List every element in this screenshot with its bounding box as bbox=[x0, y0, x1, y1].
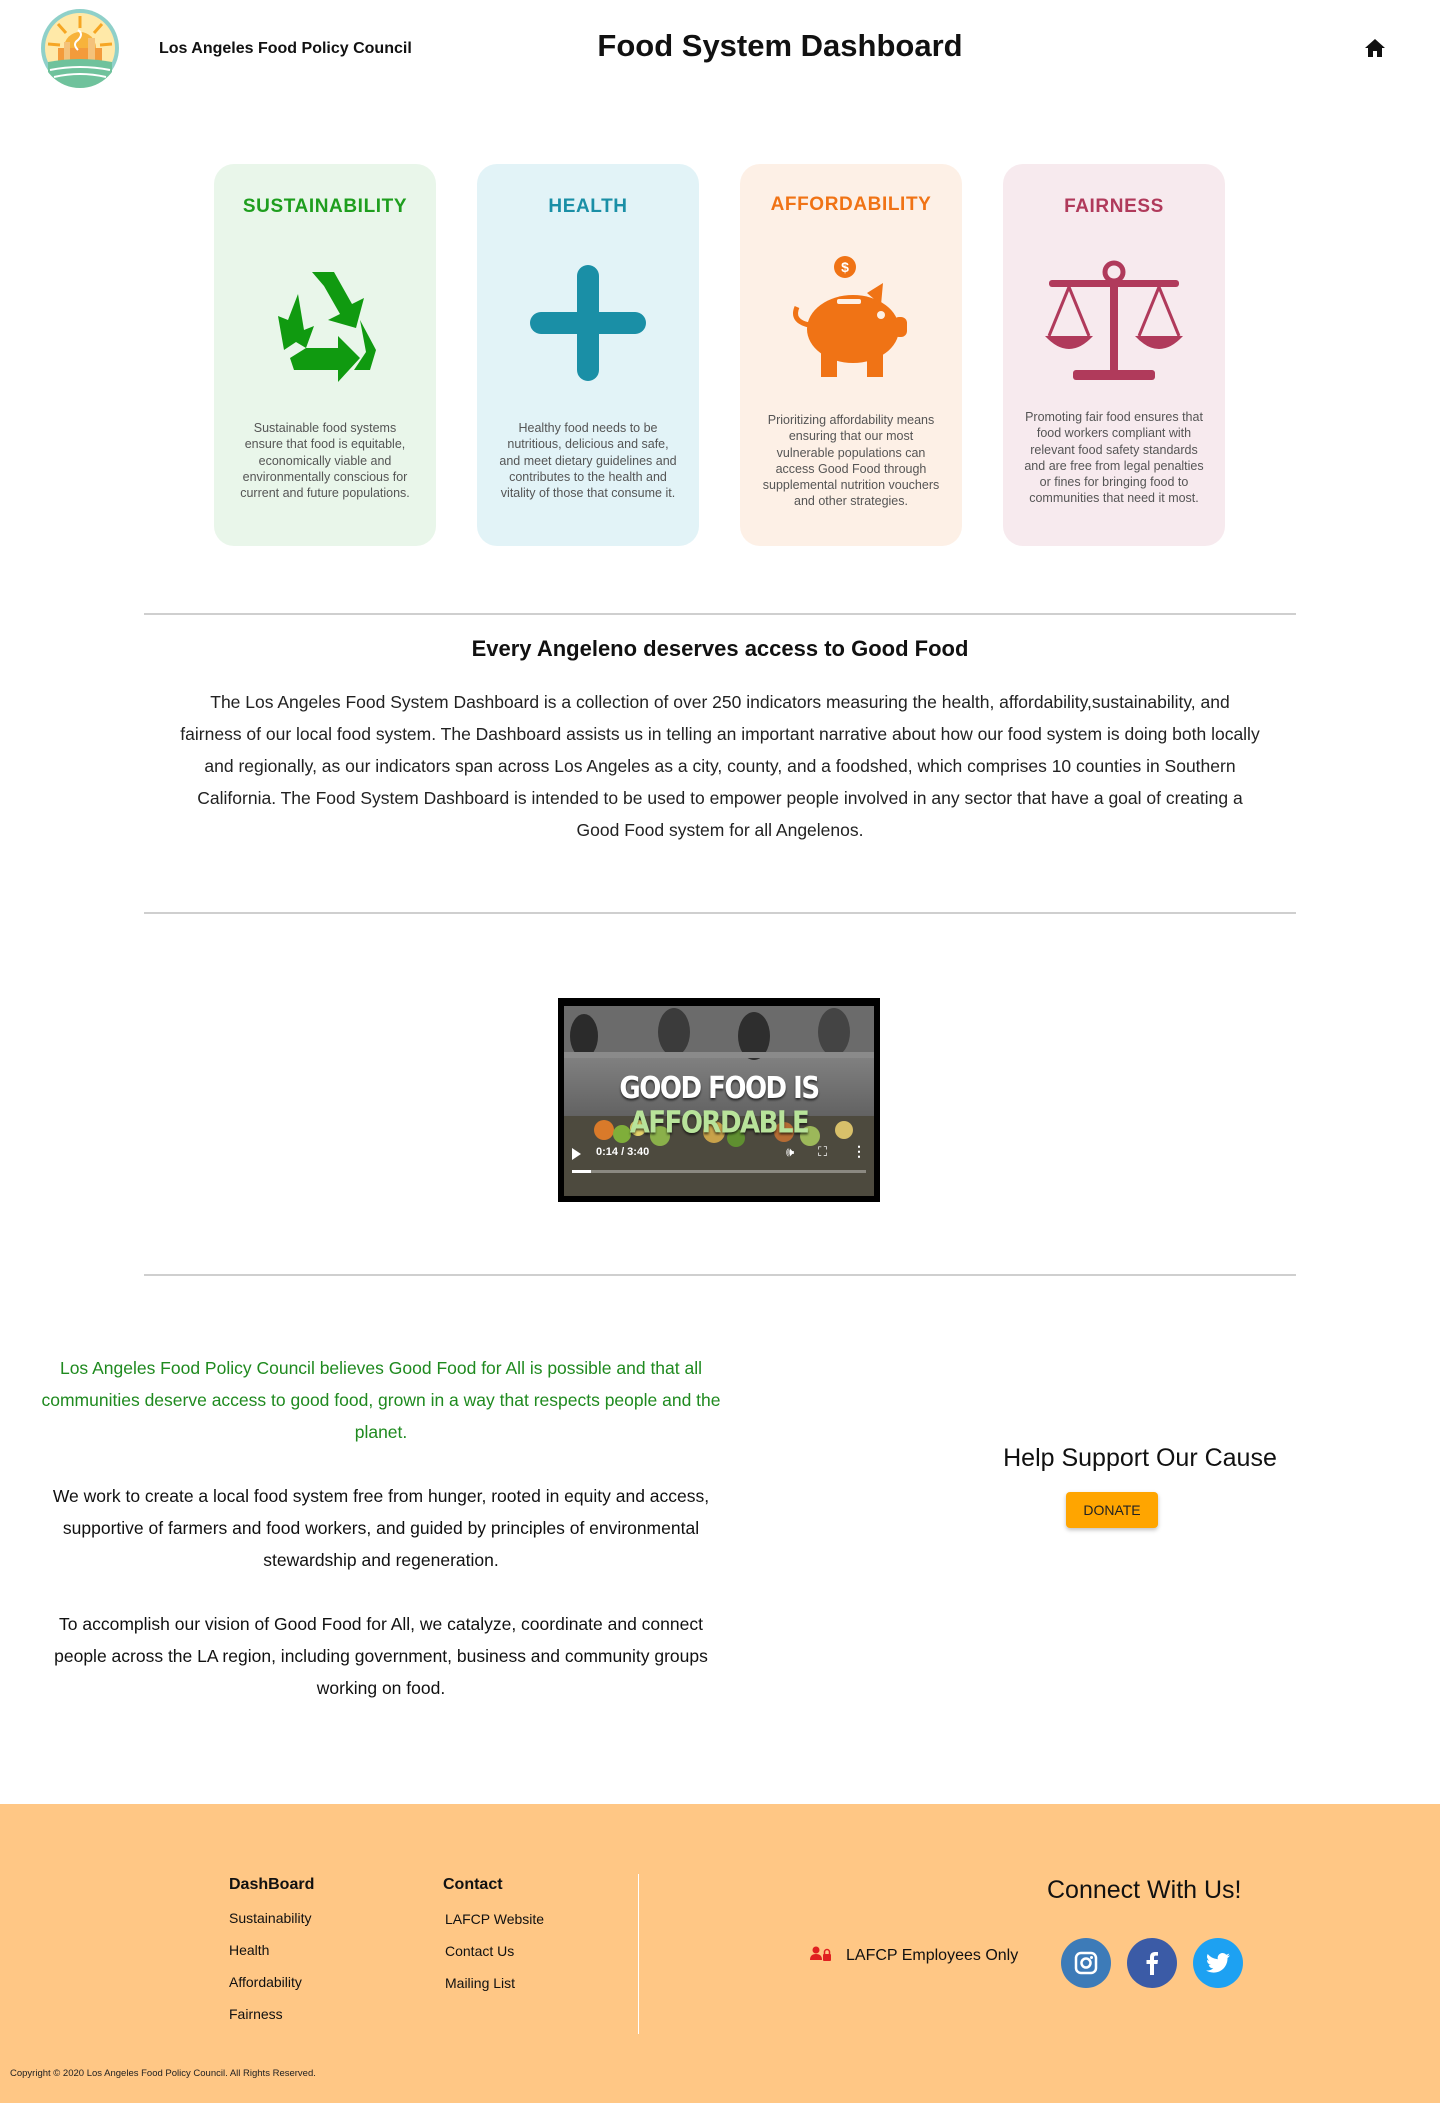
card-description: Healthy food needs to be nutritious, del… bbox=[499, 421, 677, 501]
card-health[interactable]: HEALTH Healthy food needs to be nutritio… bbox=[477, 164, 699, 546]
employees-login[interactable]: LAFCP Employees Only bbox=[810, 1944, 1018, 1968]
footer-link-contact-us[interactable]: Contact Us bbox=[445, 1943, 514, 1959]
fullscreen-icon[interactable]: ⛶ bbox=[818, 1144, 827, 1160]
card-title: HEALTH bbox=[548, 196, 628, 217]
volume-icon[interactable]: 🕪 bbox=[786, 1144, 794, 1160]
facebook-icon[interactable] bbox=[1127, 1938, 1177, 1988]
header: Los Angeles Food Policy Council Food Sys… bbox=[0, 0, 1440, 100]
card-title: AFFORDABILITY bbox=[770, 194, 932, 215]
footer-link-sustainability[interactable]: Sustainability bbox=[229, 1910, 312, 1926]
instagram-icon[interactable] bbox=[1061, 1938, 1111, 1988]
users-lock-icon bbox=[810, 1946, 832, 1967]
footer-link-fairness[interactable]: Fairness bbox=[229, 2006, 283, 2022]
card-description: Prioritizing affordability means ensurin… bbox=[762, 413, 940, 509]
mission-statement: Los Angeles Food Policy Council believes… bbox=[41, 1358, 721, 1442]
card-title: SUSTAINABILITY bbox=[242, 196, 408, 217]
recycle-icon bbox=[214, 248, 436, 398]
video-progress-fill bbox=[572, 1170, 591, 1173]
support-title: Help Support Our Cause bbox=[1003, 1444, 1277, 1472]
video-caption: GOOD FOOD IS AFFORDABLE bbox=[558, 1072, 880, 1141]
card-affordability[interactable]: AFFORDABILITY $ Prioritizing affordabili… bbox=[740, 164, 962, 546]
more-options-icon[interactable]: ⋮ bbox=[852, 1143, 866, 1160]
scales-icon bbox=[1003, 248, 1225, 398]
divider bbox=[144, 1274, 1296, 1276]
footer-link-health[interactable]: Health bbox=[229, 1942, 269, 1958]
card-sustainability[interactable]: SUSTAINABILITY Sustainable food systems … bbox=[214, 164, 436, 546]
svg-text:$: $ bbox=[841, 259, 849, 275]
card-fairness[interactable]: FAIRNESS Promoting fair food ensures tha… bbox=[1003, 164, 1225, 546]
employees-label: LAFCP Employees Only bbox=[846, 1947, 1019, 1964]
footer-contact-heading: Contact bbox=[443, 1876, 503, 1893]
footer-link-affordability[interactable]: Affordability bbox=[229, 1974, 302, 1990]
home-icon[interactable] bbox=[1364, 38, 1390, 62]
footer-link-lafcp-website[interactable]: LAFCP Website bbox=[445, 1911, 544, 1927]
intro-body: The Los Angeles Food System Dashboard is… bbox=[180, 692, 1260, 840]
page-title: Food System Dashboard bbox=[597, 28, 963, 63]
play-icon[interactable] bbox=[572, 1148, 581, 1160]
video-controls: 0:14 / 3:40 🕪 ⛶ ⋮ bbox=[570, 1142, 868, 1178]
connect-title: Connect With Us! bbox=[1047, 1876, 1242, 1904]
card-description: Sustainable food systems ensure that foo… bbox=[240, 421, 410, 501]
footer-divider bbox=[638, 1874, 639, 2034]
donate-button[interactable]: DONATE bbox=[1066, 1492, 1158, 1528]
twitter-icon[interactable] bbox=[1193, 1938, 1243, 1988]
video-player[interactable]: GOOD FOOD IS AFFORDABLE 0:14 / 3:40 🕪 ⛶ … bbox=[558, 998, 880, 1202]
work-statement: We work to create a local food system fr… bbox=[52, 1486, 710, 1570]
intro-title: Every Angeleno deserves access to Good F… bbox=[471, 636, 969, 661]
divider bbox=[144, 912, 1296, 914]
video-time: 0:14 / 3:40 bbox=[596, 1146, 650, 1158]
video-caption-main: GOOD FOOD IS bbox=[619, 1071, 820, 1107]
divider bbox=[144, 613, 1296, 615]
card-description: Promoting fair food ensures that food wo… bbox=[1024, 410, 1204, 506]
video-progress-bar[interactable] bbox=[572, 1170, 866, 1173]
video-caption-accent: AFFORDABLE bbox=[629, 1106, 810, 1141]
footer-dashboard-heading: DashBoard bbox=[229, 1876, 315, 1893]
copyright: Copyright © 2020 Los Angeles Food Policy… bbox=[10, 2068, 316, 2079]
footer-link-mailing-list[interactable]: Mailing List bbox=[445, 1975, 515, 1991]
piggy-bank-icon: $ bbox=[740, 248, 962, 398]
footer: DashBoard Sustainability Health Affordab… bbox=[0, 1804, 1440, 2103]
card-title: FAIRNESS bbox=[1064, 196, 1164, 217]
plus-icon bbox=[477, 248, 699, 398]
vision-statement: To accomplish our vision of Good Food fo… bbox=[54, 1614, 708, 1698]
